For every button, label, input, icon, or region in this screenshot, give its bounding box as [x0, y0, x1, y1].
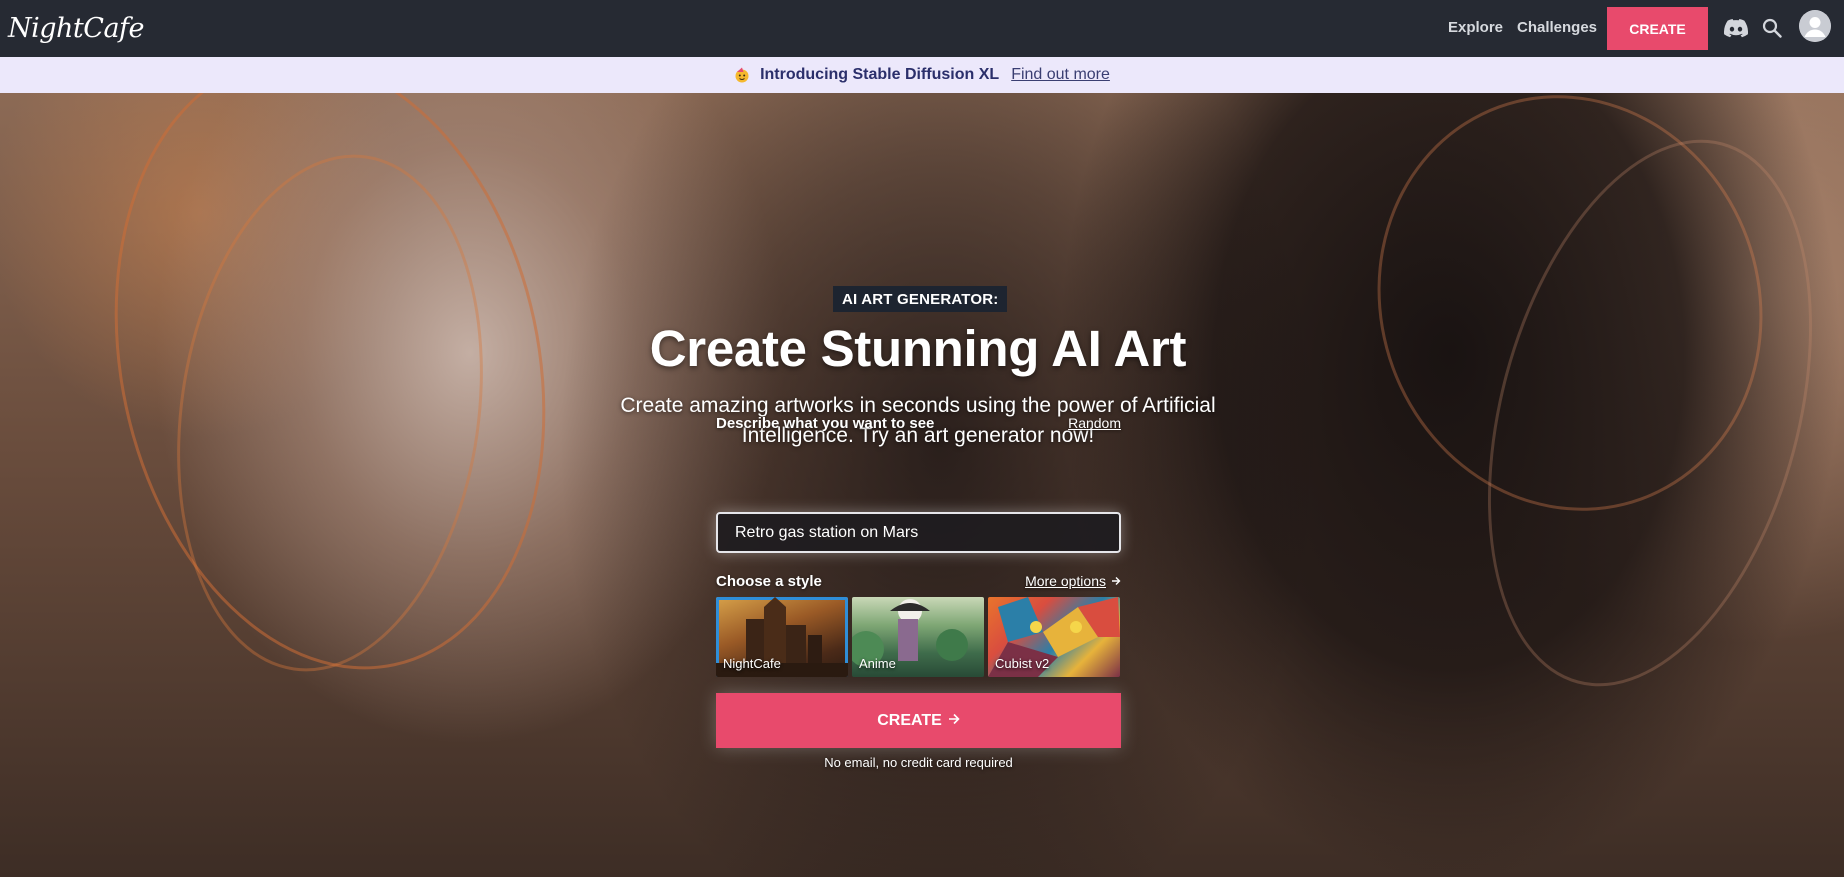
nightcafe-logo[interactable]: NightCafe: [8, 8, 145, 48]
search-icon[interactable]: [1758, 14, 1786, 42]
style-name-nightcafe: NightCafe: [723, 656, 781, 671]
hero-create-label: CREATE: [877, 711, 942, 729]
avatar-icon[interactable]: [1799, 10, 1831, 42]
discord-icon[interactable]: [1722, 14, 1750, 42]
prompt-input[interactable]: [716, 512, 1121, 553]
hero-eyebrow-badge: AI ART GENERATOR:: [833, 286, 1008, 312]
banner-text: Introducing Stable Diffusion XL: [760, 66, 1000, 83]
nav-explore-link[interactable]: Explore: [1448, 19, 1503, 36]
arrow-right-icon: [1111, 573, 1121, 589]
announcement-banner: Introducing Stable Diffusion XL Find out…: [0, 57, 1844, 93]
style-label: Choose a style: [716, 573, 822, 590]
style-name-cubist-v2: Cubist v2: [995, 656, 1050, 671]
prompt-label: Describe what you want to see: [716, 415, 935, 432]
arrow-right-icon: [948, 712, 960, 730]
more-options-label: More options: [1025, 573, 1106, 589]
party-face-icon: [734, 67, 750, 83]
hero-title: Create Stunning AI Art: [649, 320, 1187, 377]
banner-find-out-more-link[interactable]: Find out more: [1011, 66, 1110, 84]
no-email-fineprint: No email, no credit card required: [824, 755, 1013, 770]
more-options-link[interactable]: More options: [1025, 573, 1121, 589]
nav-create-button[interactable]: CREATE: [1607, 7, 1708, 50]
nav-challenges-link[interactable]: Challenges: [1517, 19, 1597, 36]
random-prompt-link[interactable]: Random: [1068, 415, 1121, 431]
prompt-label-row: Describe what you want to see Random: [716, 415, 1121, 432]
style-card-cubist-v2[interactable]: Cubist v2: [988, 597, 1120, 677]
style-card-nightcafe[interactable]: NightCafe: [716, 597, 848, 677]
style-card-anime[interactable]: Anime: [852, 597, 984, 677]
style-name-anime: Anime: [859, 656, 896, 671]
top-nav: NightCafe Explore Challenges CREATE: [0, 0, 1844, 57]
style-label-row: Choose a style More options: [716, 573, 1121, 590]
hero-create-button[interactable]: CREATE: [716, 693, 1121, 748]
style-picker: NightCafe Anime Cubist v2: [716, 597, 1121, 677]
